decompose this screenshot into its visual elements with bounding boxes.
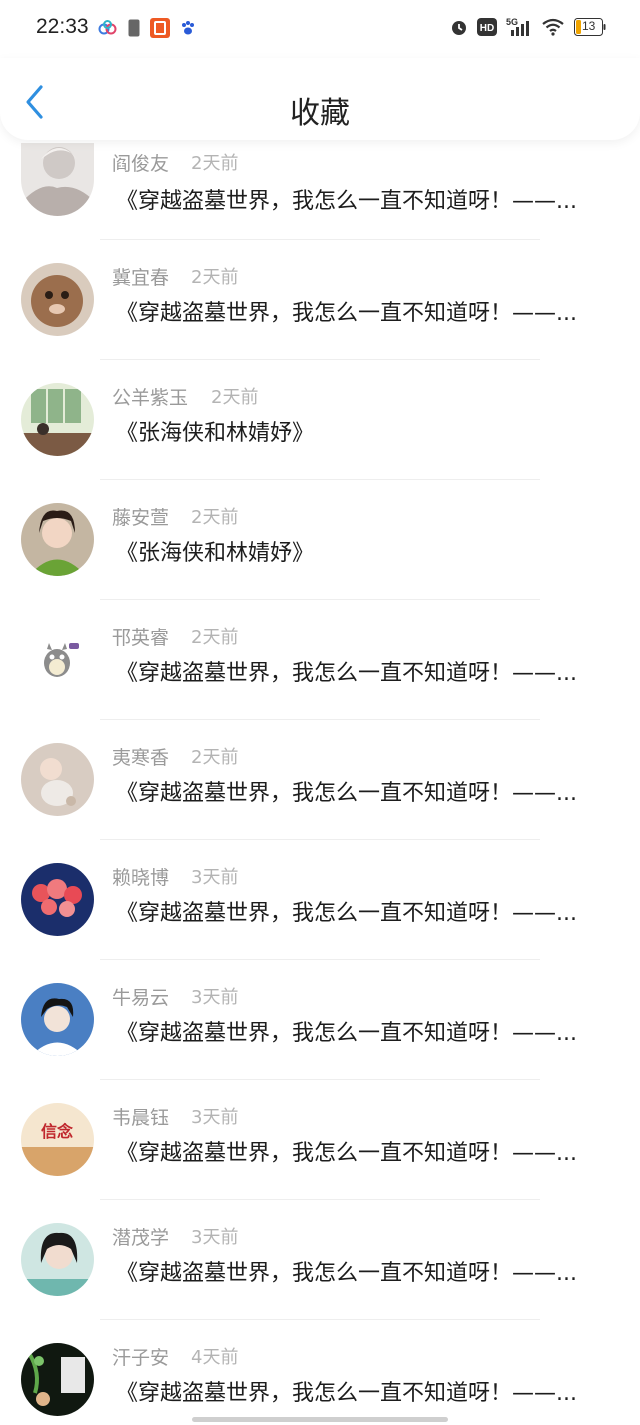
list-item[interactable]: 潜茂学 3天前 《穿越盗墓世界，我怎么一直不知道呀！——... — [0, 1200, 640, 1320]
avatar — [21, 143, 94, 216]
list-item[interactable]: 阎俊友 2天前 《穿越盗墓世界，我怎么一直不知道呀！——... — [0, 140, 640, 240]
avatar — [21, 983, 94, 1056]
time-ago: 2天前 — [191, 627, 239, 648]
battery-level: 13 — [582, 19, 596, 33]
user-name: 冀宜春 — [112, 267, 170, 289]
item-title: 《穿越盗墓世界，我怎么一直不知道呀！——... — [116, 661, 577, 686]
item-title: 《穿越盗墓世界，我怎么一直不知道呀！——... — [116, 1021, 577, 1046]
list-item[interactable]: 藤安萱 2天前 《张海侠和林婧妤》 — [0, 480, 640, 600]
user-name: 公羊紫玉 — [112, 387, 189, 409]
user-name: 韦晨钰 — [112, 1107, 170, 1129]
user-name: 夷寒香 — [112, 747, 170, 769]
status-bar: 22:33 HD 5G 13 — [0, 0, 640, 58]
nav-header: 收藏 — [0, 58, 640, 140]
time-ago: 2天前 — [191, 747, 239, 768]
item-title: 《穿越盗墓世界，我怎么一直不知道呀！——... — [116, 1381, 577, 1406]
sim-card-icon — [128, 19, 140, 41]
time-ago: 3天前 — [191, 1107, 239, 1128]
status-right-icons: HD 5G 13 — [450, 16, 606, 42]
wifi-icon — [541, 18, 565, 40]
avatar — [21, 503, 94, 576]
alarm-icon — [450, 18, 468, 40]
notification-app-icon — [150, 18, 170, 42]
user-name: 赖晓博 — [112, 867, 170, 889]
avatar — [21, 263, 94, 336]
list-item[interactable]: 赖晓博 3天前 《穿越盗墓世界，我怎么一直不知道呀！——... — [0, 840, 640, 960]
time-ago: 2天前 — [191, 153, 239, 174]
user-name: 汗子安 — [112, 1347, 170, 1369]
item-title: 《穿越盗墓世界，我怎么一直不知道呀！——... — [116, 1141, 577, 1166]
time-ago: 3天前 — [191, 867, 239, 888]
avatar — [21, 623, 94, 696]
item-title: 《穿越盗墓世界，我怎么一直不知道呀！——... — [116, 781, 577, 806]
user-name: 邗英睿 — [112, 627, 170, 649]
page-title: 收藏 — [290, 96, 350, 131]
list-item[interactable]: 夷寒香 2天前 《穿越盗墓世界，我怎么一直不知道呀！——... — [0, 720, 640, 840]
list-item[interactable]: 邗英睿 2天前 《穿越盗墓世界，我怎么一直不知道呀！——... — [0, 600, 640, 720]
avatar — [21, 863, 94, 936]
item-title: 《张海侠和林婧妤》 — [116, 541, 315, 566]
time-ago: 4天前 — [191, 1347, 239, 1368]
svg-text:HD: HD — [480, 23, 494, 34]
list-item[interactable]: 公羊紫玉 2天前 《张海侠和林婧妤》 — [0, 360, 640, 480]
item-title: 《穿越盗墓世界，我怎么一直不知道呀！——... — [116, 901, 577, 926]
list-item[interactable]: 冀宜春 2天前 《穿越盗墓世界，我怎么一直不知道呀！——... — [0, 240, 640, 360]
signal-5g-icon: 5G — [506, 16, 532, 42]
item-title: 《张海侠和林婧妤》 — [116, 421, 315, 446]
avatar — [21, 383, 94, 456]
user-name: 牛易云 — [112, 987, 170, 1009]
favorites-list: 阎俊友 2天前 《穿越盗墓世界，我怎么一直不知道呀！——... 冀宜春 2天前 … — [0, 140, 640, 1425]
item-title: 《穿越盗墓世界，我怎么一直不知道呀！——... — [116, 189, 577, 214]
avatar: 信念 — [21, 1103, 94, 1176]
item-title: 《穿越盗墓世界，我怎么一直不知道呀！——... — [116, 1261, 577, 1286]
status-left-icons — [98, 18, 196, 42]
avatar-caption: 信念 — [41, 1122, 74, 1141]
time-ago: 2天前 — [191, 507, 239, 528]
list-item[interactable]: 牛易云 3天前 《穿越盗墓世界，我怎么一直不知道呀！——... — [0, 960, 640, 1080]
time-ago: 2天前 — [191, 267, 239, 288]
list-item[interactable]: 汗子安 4天前 《穿越盗墓世界，我怎么一直不知道呀！——... — [0, 1320, 640, 1425]
hd-icon: HD — [477, 18, 497, 40]
time-ago: 3天前 — [191, 987, 239, 1008]
time-ago: 2天前 — [211, 387, 259, 408]
item-title: 《穿越盗墓世界，我怎么一直不知道呀！——... — [116, 301, 577, 326]
baidu-paw-icon — [180, 20, 196, 40]
avatar — [21, 1343, 94, 1416]
time-ago: 3天前 — [191, 1227, 239, 1248]
status-time: 22:33 — [36, 15, 89, 38]
avatar — [21, 1223, 94, 1296]
avatar — [21, 743, 94, 816]
user-name: 阎俊友 — [112, 153, 170, 175]
user-name: 藤安萱 — [112, 507, 170, 529]
battery-icon: 13 — [574, 18, 606, 40]
user-name: 潜茂学 — [112, 1227, 170, 1249]
list-item[interactable]: 信念 韦晨钰 3天前 《穿越盗墓世界，我怎么一直不知道呀！——... — [0, 1080, 640, 1200]
home-indicator[interactable] — [192, 1417, 448, 1422]
cloud-app-icon — [98, 20, 118, 40]
network-type-label: 5G — [506, 17, 518, 27]
